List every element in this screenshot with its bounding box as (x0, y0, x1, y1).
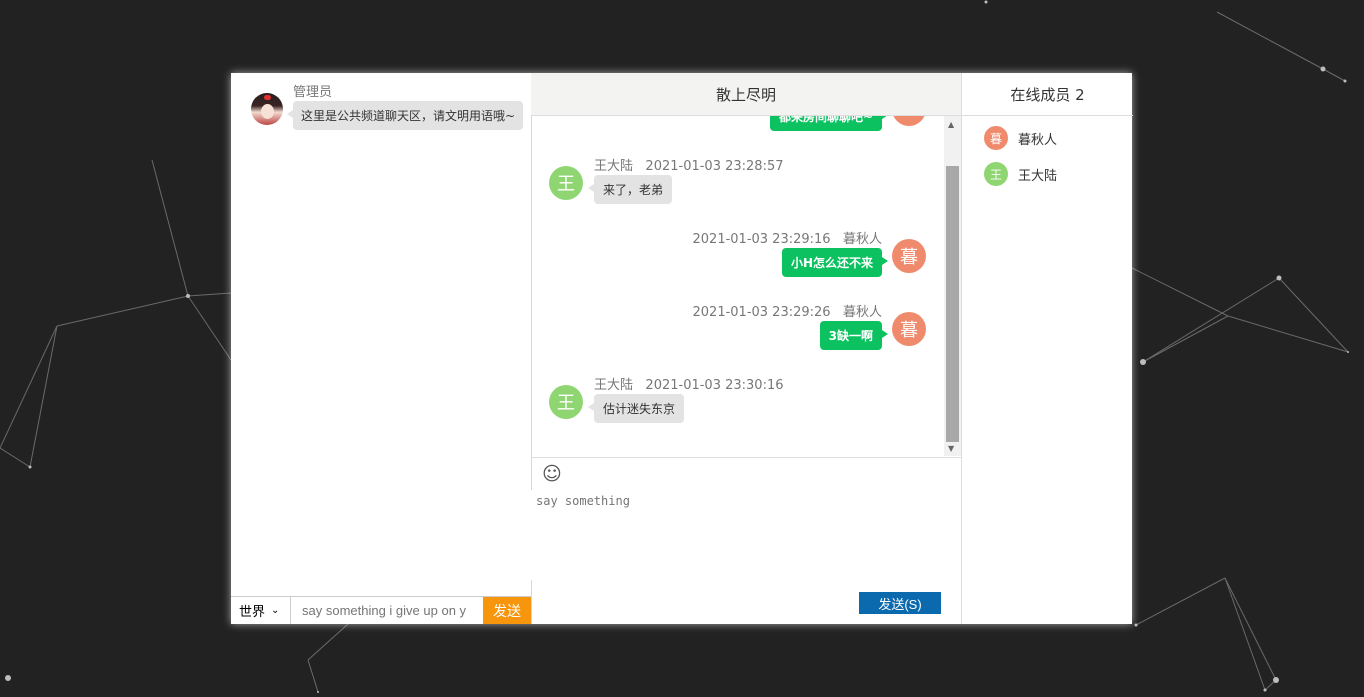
avatar: 暮 (892, 239, 926, 273)
message-time: 2021-01-03 23:29:16 (692, 232, 831, 247)
message-time: 2021-01-03 23:28:57 (645, 159, 784, 174)
message-list[interactable]: 都来房间聊聊吧~ 王 王大陆 2021-01-03 23:28:57 来了，老弟… (531, 116, 944, 456)
avatar (892, 116, 926, 126)
chevron-down-icon: ⌄ (271, 605, 280, 616)
world-send-button[interactable]: 发送 (483, 597, 531, 624)
world-message-sender: 管理员 (293, 85, 333, 100)
input-toolbar: ☺ (531, 457, 961, 491)
world-input-bar: 世界 ⌄ 发送 (231, 596, 531, 624)
message-partial: 都来房间聊聊吧~ (531, 116, 944, 132)
scroll-up-arrow-icon[interactable]: ▲ (948, 120, 954, 129)
avatar: 暮 (892, 312, 926, 346)
message-bubble: 都来房间聊聊吧~ (769, 116, 889, 131)
room-chat-panel: 散上尽明 都来房间聊聊吧~ 王 王大陆 2021-01-03 23:28:57 … (531, 73, 961, 624)
message-sender: 暮秋人 (842, 232, 882, 247)
message-item: 2021-01-03 23:29:26 暮秋人 暮 3缺一啊 (531, 300, 944, 360)
message-scrollbar[interactable]: ▲ ▼ (944, 116, 961, 456)
member-name: 暮秋人 (1018, 132, 1058, 148)
message-meta: 2021-01-03 23:29:26 暮秋人 (693, 301, 883, 320)
message-bubble: 估计迷失东京 (587, 394, 685, 423)
world-channel-panel: 管理员 这里是公共频道聊天区，请文明用语哦~ 世界 ⌄ 发送 (231, 73, 532, 624)
member-item[interactable]: 暮 暮秋人 (984, 126, 1057, 150)
smiley-icon[interactable]: ☺ (542, 464, 562, 484)
channel-select[interactable]: 世界 ⌄ (231, 597, 291, 624)
avatar: 王 (549, 385, 583, 419)
channel-select-value: 世界 (239, 605, 266, 620)
scroll-down-arrow-icon[interactable]: ▼ (948, 444, 954, 453)
member-name: 王大陆 (1018, 168, 1058, 184)
online-members-panel: 在线成员 2 暮 暮秋人 王 王大陆 (961, 73, 1133, 624)
world-message-bubble: 这里是公共频道聊天区，请文明用语哦~ (286, 101, 524, 130)
message-bubble: 3缺一啊 (819, 321, 889, 350)
message-time: 2021-01-03 23:30:16 (645, 378, 784, 393)
avatar: 王 (549, 166, 583, 200)
message-time: 2021-01-03 23:29:26 (692, 305, 831, 320)
message-item: 2021-01-03 23:29:16 暮秋人 暮 小H怎么还不来 (531, 227, 944, 287)
room-title: 散上尽明 (531, 73, 961, 116)
message-bubble: 来了，老弟 (587, 175, 673, 204)
admin-avatar (251, 93, 283, 125)
message-sender: 王大陆 (594, 159, 634, 174)
message-item: 王 王大陆 2021-01-03 23:28:57 来了，老弟 (531, 154, 944, 214)
message-meta: 2021-01-03 23:29:16 暮秋人 (693, 228, 883, 247)
message-item: 王 王大陆 2021-01-03 23:30:16 估计迷失东京 (531, 373, 944, 433)
chat-app-window: 管理员 这里是公共频道聊天区，请文明用语哦~ 世界 ⌄ 发送 散上尽明 都来房间… (231, 73, 1133, 624)
member-avatar: 王 (984, 162, 1008, 186)
member-item[interactable]: 王 王大陆 (984, 162, 1057, 186)
message-sender: 王大陆 (594, 378, 634, 393)
message-bubble: 小H怎么还不来 (781, 248, 889, 277)
send-button[interactable]: 发送(S) (859, 592, 941, 614)
scrollbar-thumb[interactable] (946, 166, 959, 442)
message-meta: 王大陆 2021-01-03 23:30:16 (594, 374, 784, 393)
message-sender: 暮秋人 (842, 305, 882, 320)
member-avatar: 暮 (984, 126, 1008, 150)
members-title: 在线成员 2 (962, 73, 1133, 116)
chat-message-input[interactable] (531, 490, 961, 580)
message-meta: 王大陆 2021-01-03 23:28:57 (594, 155, 784, 174)
world-message-input[interactable] (292, 597, 482, 624)
